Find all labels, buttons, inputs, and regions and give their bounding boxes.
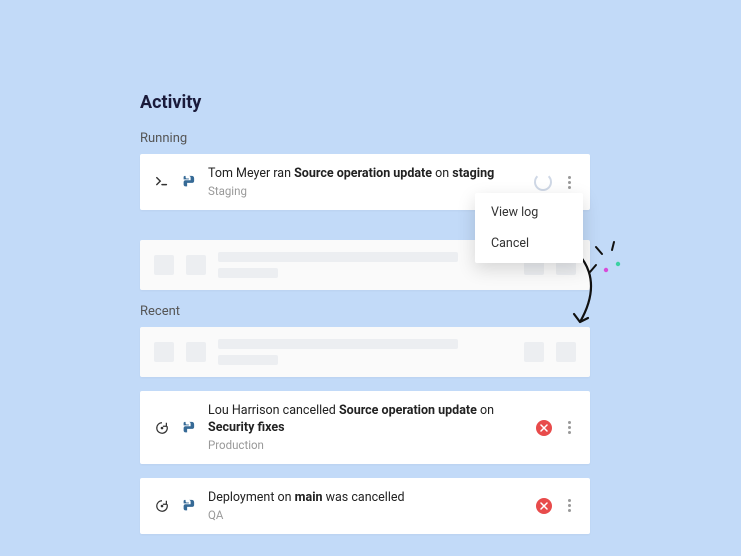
row-menu-button[interactable] [562,495,576,516]
activity-env: QA [208,508,524,522]
activity-row-skeleton [140,327,590,377]
menu-item-view-log[interactable]: View log [475,197,583,228]
redeploy-icon [154,420,170,436]
skeleton-icon [154,255,174,275]
activity-row-cancelled: Deployment on main was cancelled QA [140,478,590,534]
loading-spinner-icon [534,173,552,191]
skeleton-icon [186,342,206,362]
cancelled-badge-icon [536,498,552,514]
skeleton-text [218,355,278,365]
row-menu-button[interactable] [562,172,576,193]
redeploy-icon [154,498,170,514]
skeleton-icon [556,342,576,362]
skeleton-text [218,268,278,278]
python-icon [180,498,196,514]
skeleton-text [218,339,458,349]
section-running-label: Running [140,131,590,146]
page-title: Activity [140,92,590,113]
activity-row-cancelled: Lou Harrison cancelled Source operation … [140,391,590,464]
row-menu-button[interactable] [562,417,576,438]
python-icon [180,420,196,436]
skeleton-icon [186,255,206,275]
terminal-icon [154,174,170,190]
activity-message: Tom Meyer ran Source operation update on… [208,166,522,182]
cancelled-badge-icon [536,420,552,436]
activity-message: Deployment on main was cancelled [208,490,524,506]
menu-item-cancel[interactable]: Cancel [475,228,583,259]
section-recent-label: Recent [140,304,590,319]
skeleton-text [218,252,458,262]
skeleton-icon [154,342,174,362]
python-icon [180,174,196,190]
skeleton-icon [524,342,544,362]
row-dropdown-menu: View log Cancel [475,193,583,263]
activity-env: Production [208,438,524,452]
activity-message: Lou Harrison cancelled Source operation … [208,403,524,436]
